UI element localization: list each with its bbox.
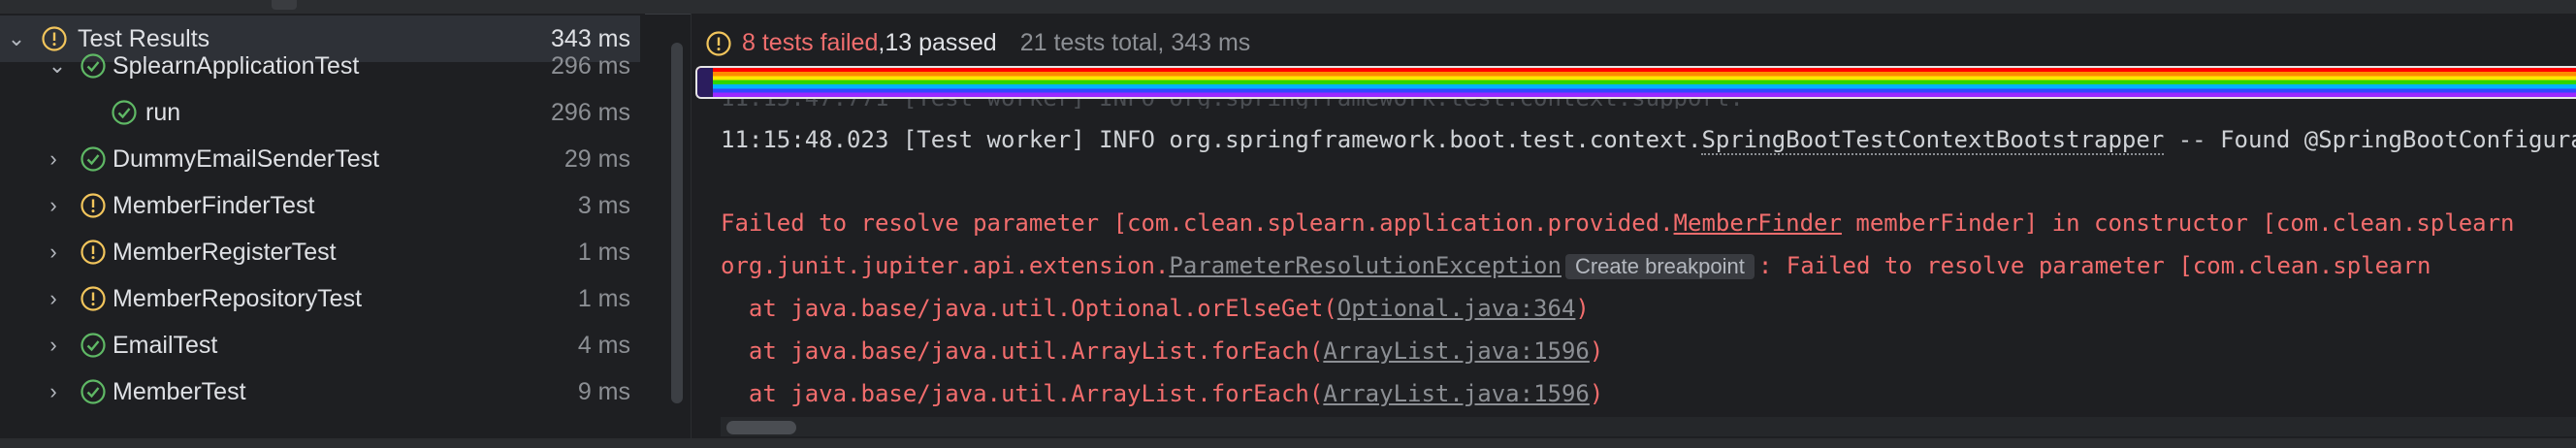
console-horizontal-scroll-track [721, 417, 2576, 436]
chevron-right-icon[interactable]: › [43, 241, 64, 263]
chevron-right-icon[interactable]: › [43, 335, 64, 356]
tree-label: DummyEmailSenderTest [113, 144, 380, 173]
passed-count: 13 passed [885, 29, 997, 56]
tree-duration: 9 ms [577, 377, 630, 405]
warning-circle-icon [80, 193, 106, 218]
tree-row-member-test[interactable]: › MemberTest 9 ms [0, 368, 640, 415]
tree-label: MemberRegisterTest [113, 238, 337, 266]
source-link[interactable]: ArrayList.java:1596 [1323, 337, 1590, 365]
chevron-right-icon[interactable]: › [43, 381, 64, 402]
status-separator: , [878, 29, 886, 56]
tree-label: SplearnApplicationTest [113, 51, 360, 80]
tree-label: EmailTest [113, 331, 218, 359]
warning-circle-icon [706, 30, 731, 56]
tree-label: MemberTest [113, 377, 246, 405]
chevron-right-icon[interactable]: › [43, 148, 64, 170]
class-reference[interactable]: SpringBootTestContextBootstrapper [1701, 126, 2165, 155]
passed-check-icon [80, 379, 106, 404]
console-line: 11:15:48.023 [Test worker] INFO org.spri… [721, 126, 2576, 155]
console-panel: 8 tests failed, 13 passed 21 tests total… [691, 14, 2576, 448]
tree-duration: 3 ms [577, 191, 630, 219]
exception-class-link[interactable]: ParameterResolutionException [1169, 252, 1562, 279]
tree-row-run[interactable]: run 296 ms [0, 89, 640, 136]
tree-row-dummy-email-sender-test[interactable]: › DummyEmailSenderTest 29 ms [0, 136, 640, 182]
tree-vertical-scrollbar[interactable] [671, 43, 683, 403]
class-reference[interactable]: MemberFinder [1674, 209, 1842, 237]
stack-trace-line: at java.base/java.util.ArrayList.forEach… [721, 337, 1604, 365]
tree-duration: 296 ms [551, 98, 630, 126]
toolbar-tab-handle[interactable] [272, 0, 297, 10]
tree-row-member-finder-test[interactable]: › MemberFinderTest 3 ms [0, 182, 640, 229]
console-error-line: org.junit.jupiter.api.extension.Paramete… [721, 252, 2431, 279]
create-breakpoint-button[interactable]: Create breakpoint [1564, 254, 1755, 279]
source-link[interactable]: Optional.java:364 [1337, 295, 1576, 322]
passed-check-icon [112, 100, 137, 125]
passed-check-icon [80, 146, 106, 172]
tree-row-email-test[interactable]: › EmailTest 4 ms [0, 322, 640, 368]
console-error-line: Failed to resolve parameter [com.clean.s… [721, 209, 2515, 237]
tree-duration: 4 ms [577, 331, 630, 359]
rainbow-progress-bar [695, 66, 2576, 99]
tree-label: MemberFinderTest [113, 191, 315, 219]
source-link[interactable]: ArrayList.java:1596 [1323, 380, 1590, 407]
passed-check-icon [80, 53, 106, 79]
tree-row-member-repository-test[interactable]: › MemberRepositoryTest 1 ms [0, 275, 640, 322]
tree-duration: 1 ms [577, 238, 630, 266]
tree-label: run [145, 98, 181, 126]
warning-circle-icon [80, 286, 106, 311]
test-results-tree: ⌄ Test Results 343 ms ⌄ SplearnApplicati… [0, 14, 683, 448]
tree-row-splearn-application-test[interactable]: ⌄ SplearnApplicationTest 296 ms [0, 43, 640, 89]
chevron-right-icon[interactable]: › [43, 195, 64, 216]
tree-duration: 1 ms [577, 284, 630, 312]
top-toolbar-strip [0, 0, 2576, 15]
tree-duration: 296 ms [551, 51, 630, 80]
chevron-down-icon[interactable]: ⌄ [47, 55, 68, 77]
total-summary: 21 tests total, 343 ms [1019, 29, 1251, 56]
tree-duration: 29 ms [564, 144, 630, 173]
warning-circle-icon [80, 240, 106, 265]
console-horizontal-scrollbar[interactable] [726, 421, 796, 434]
chevron-right-icon[interactable]: › [43, 288, 64, 309]
test-status-summary: 8 tests failed, 13 passed 21 tests total… [705, 29, 1250, 57]
tree-row-member-register-test[interactable]: › MemberRegisterTest 1 ms [0, 229, 640, 275]
stack-trace-line: at java.base/java.util.Optional.orElseGe… [721, 295, 1590, 322]
tree-label: MemberRepositoryTest [113, 284, 363, 312]
failed-count: 8 tests failed [742, 29, 879, 56]
bottom-status-strip [0, 438, 2576, 448]
stack-trace-line: at java.base/java.util.ArrayList.forEach… [721, 380, 1604, 407]
passed-check-icon [80, 333, 106, 358]
